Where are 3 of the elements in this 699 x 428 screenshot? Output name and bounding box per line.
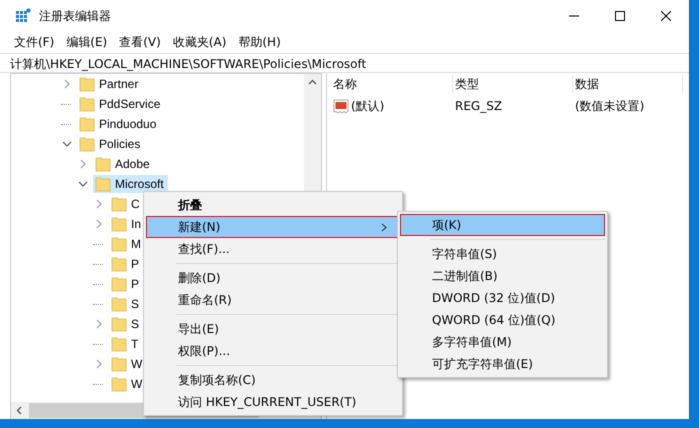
value-type: REG_SZ [454, 98, 504, 115]
window-title: 注册表编辑器 [39, 8, 111, 24]
value-data: (数值未设置) [574, 98, 646, 115]
